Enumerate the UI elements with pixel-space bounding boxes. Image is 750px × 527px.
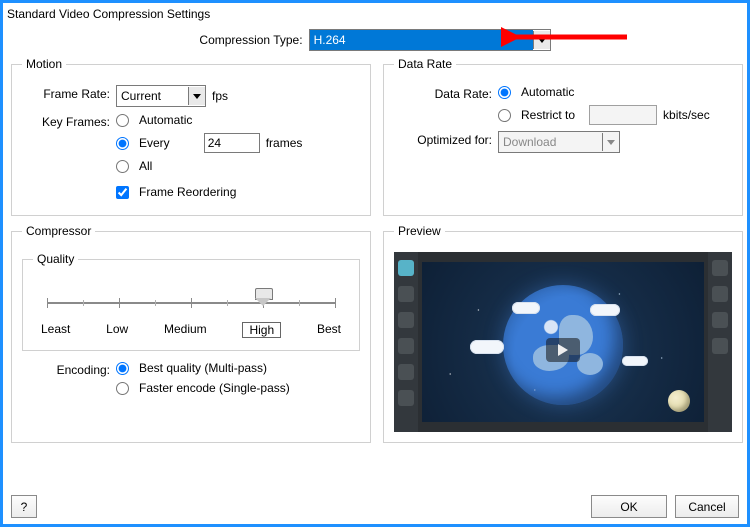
quality-legend: Quality	[33, 252, 78, 266]
tool-icon[interactable]	[398, 390, 414, 406]
ok-button[interactable]: OK	[591, 495, 667, 518]
tool-icon[interactable]	[398, 286, 414, 302]
data-rate-group: Data Rate Data Rate: Automatic Restrict …	[383, 57, 743, 216]
tool-icon[interactable]	[398, 260, 414, 276]
encoding-best-radio[interactable]: Best quality (Multi-pass)	[116, 361, 290, 375]
quality-slider[interactable]	[47, 290, 335, 320]
chevron-down-icon	[602, 133, 619, 151]
keyframes-every-radio[interactable]: Every frames	[116, 133, 302, 153]
frame-rate-label: Frame Rate:	[22, 85, 116, 101]
motion-legend: Motion	[22, 57, 66, 71]
cloud-icon	[512, 302, 540, 314]
chevron-down-icon[interactable]	[188, 87, 205, 105]
compression-type-value: H.264	[310, 30, 533, 50]
tool-icon[interactable]	[712, 312, 728, 328]
preview-legend: Preview	[394, 224, 445, 238]
tool-icon[interactable]	[398, 338, 414, 354]
play-button-icon[interactable]	[546, 338, 580, 362]
data-rate-label: Data Rate:	[394, 85, 498, 101]
fps-suffix: fps	[212, 89, 228, 103]
window-title: Standard Video Compression Settings	[3, 3, 747, 29]
chevron-down-icon[interactable]	[533, 31, 550, 49]
compressor-legend: Compressor	[22, 224, 95, 238]
moon-icon	[668, 390, 690, 412]
keyframes-automatic-radio[interactable]: Automatic	[116, 113, 302, 127]
key-frames-label: Key Frames:	[22, 113, 116, 129]
datarate-restrict-radio[interactable]: Restrict to kbits/sec	[498, 105, 710, 125]
datarate-value-input	[589, 105, 657, 125]
preview-left-toolbar	[394, 252, 418, 432]
data-rate-legend: Data Rate	[394, 57, 456, 71]
cloud-icon	[470, 340, 504, 354]
cancel-button[interactable]: Cancel	[675, 495, 739, 518]
optimized-for-label: Optimized for:	[394, 131, 498, 147]
tool-icon[interactable]	[398, 312, 414, 328]
quality-slider-labels: Least Low Medium High Best	[41, 322, 341, 338]
frame-rate-dropdown[interactable]: Current	[116, 85, 206, 107]
cloud-icon	[590, 304, 620, 316]
tool-icon[interactable]	[712, 260, 728, 276]
preview-canvas	[422, 262, 704, 422]
compressor-group: Compressor Quality Leas	[11, 224, 371, 443]
preview-right-toolbar	[708, 252, 732, 432]
tool-icon[interactable]	[712, 338, 728, 354]
compression-type-label: Compression Type:	[199, 33, 302, 47]
preview-group: Preview	[383, 224, 743, 443]
help-button[interactable]: ?	[11, 495, 37, 518]
quality-group: Quality Least Low	[22, 252, 360, 351]
optimized-for-dropdown: Download	[498, 131, 620, 153]
preview-video[interactable]	[394, 252, 732, 432]
encoding-faster-radio[interactable]: Faster encode (Single-pass)	[116, 381, 290, 395]
frame-reordering-checkbox[interactable]: Frame Reordering	[116, 185, 302, 199]
motion-group: Motion Frame Rate: Current fps Key Frame…	[11, 57, 371, 216]
tool-icon[interactable]	[712, 286, 728, 302]
earth-graphic	[503, 285, 623, 405]
keyframes-every-input[interactable]	[204, 133, 260, 153]
encoding-label: Encoding:	[22, 361, 116, 377]
datarate-automatic-radio[interactable]: Automatic	[498, 85, 710, 99]
compression-type-dropdown[interactable]: H.264	[309, 29, 551, 51]
cloud-icon	[622, 356, 648, 366]
tool-icon[interactable]	[398, 364, 414, 380]
keyframes-all-radio[interactable]: All	[116, 159, 302, 173]
